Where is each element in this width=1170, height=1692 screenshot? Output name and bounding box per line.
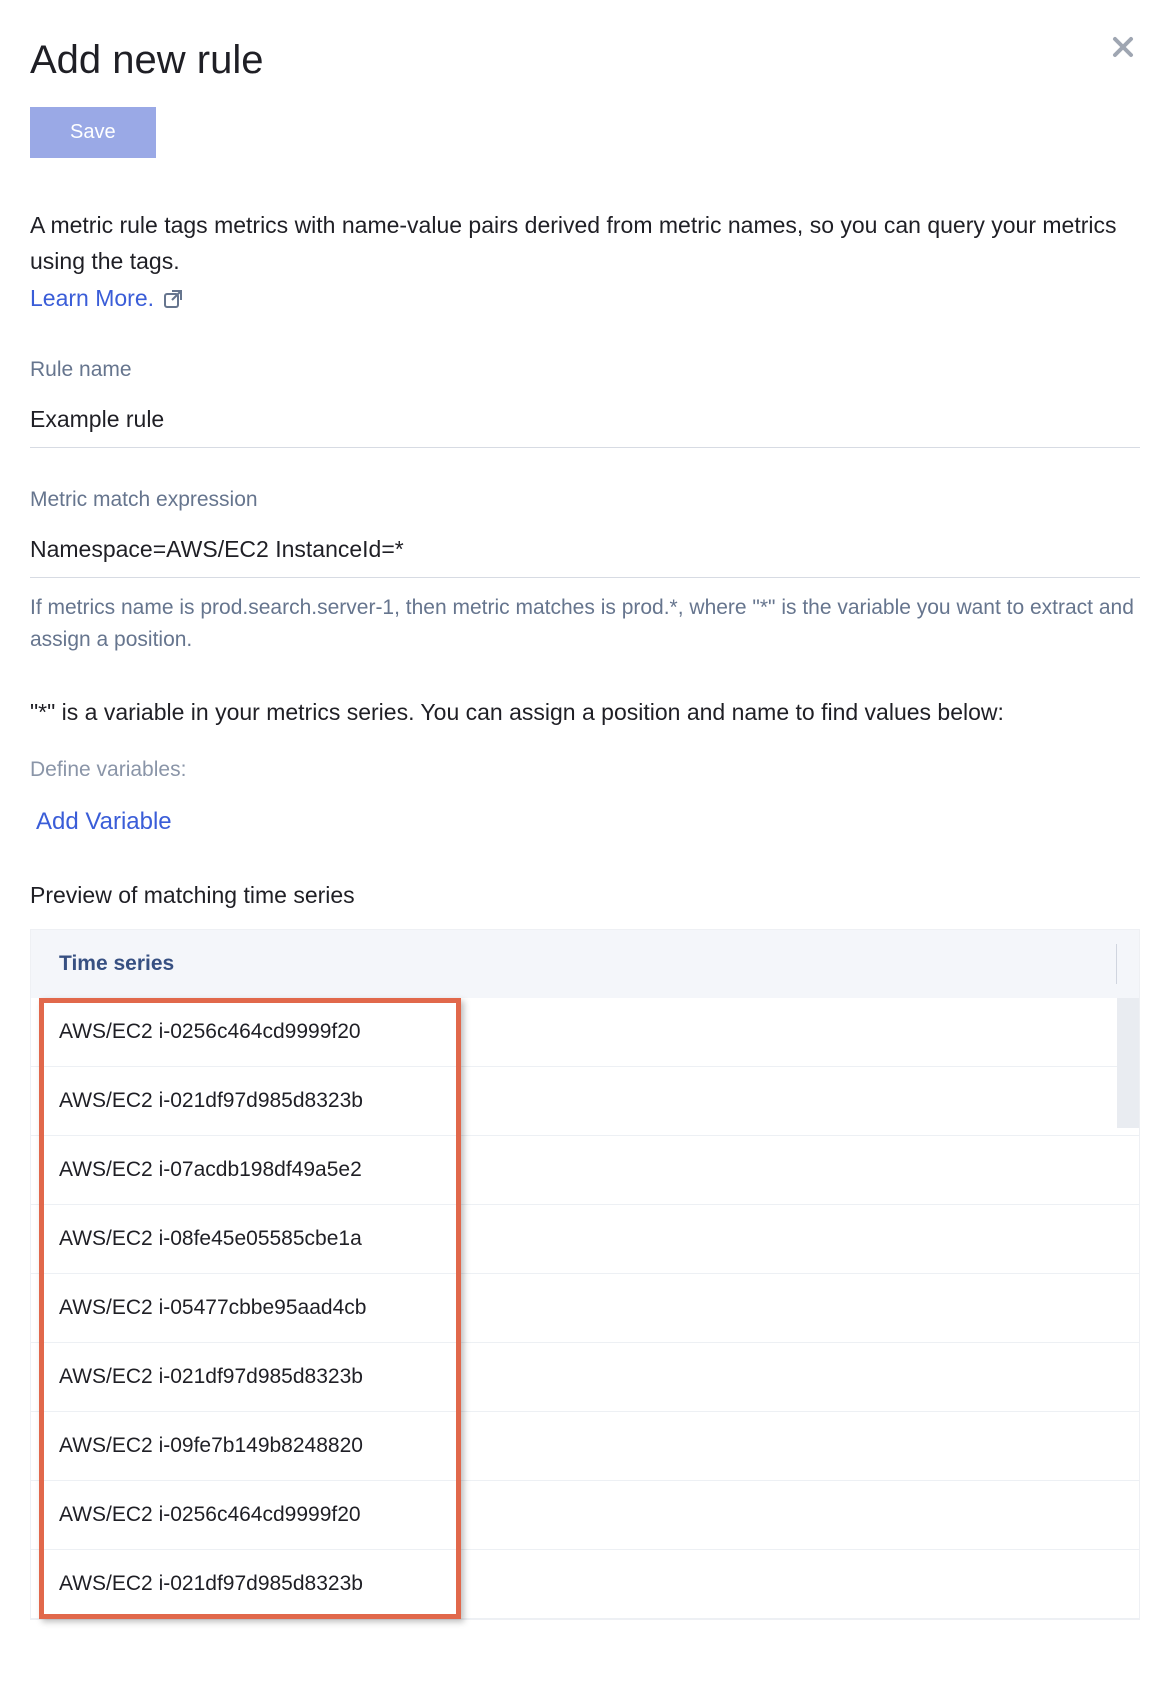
define-variables-label: Define variables: [30, 758, 1140, 782]
table-row[interactable]: AWS/EC2 i-021df97d985d8323b [31, 1550, 1139, 1619]
time-series-cell: AWS/EC2 i-0256c464cd9999f20 [59, 1020, 361, 1043]
table-row[interactable]: AWS/EC2 i-08fe45e05585cbe1a [31, 1205, 1139, 1274]
external-link-icon [164, 290, 182, 308]
table-row[interactable]: AWS/EC2 i-09fe7b149b8248820 [31, 1412, 1139, 1481]
match-expression-helper: If metrics name is prod.search.server-1,… [30, 592, 1140, 655]
time-series-cell: AWS/EC2 i-08fe45e05585cbe1a [59, 1227, 362, 1250]
learn-more-link[interactable]: Learn More. [30, 285, 154, 312]
time-series-cell: AWS/EC2 i-0256c464cd9999f20 [59, 1503, 361, 1526]
close-icon[interactable] [1106, 30, 1140, 68]
time-series-cell: AWS/EC2 i-021df97d985d8323b [59, 1089, 363, 1112]
preview-table: Time series AWS/EC2 i-0256c464cd9999f20A… [30, 929, 1140, 1620]
intro-description: A metric rule tags metrics with name-val… [30, 208, 1140, 279]
column-resizer[interactable] [1116, 944, 1117, 984]
table-row[interactable]: AWS/EC2 i-0256c464cd9999f20 [31, 998, 1139, 1067]
table-row[interactable]: AWS/EC2 i-021df97d985d8323b [31, 1067, 1139, 1136]
table-row[interactable]: AWS/EC2 i-05477cbbe95aad4cb [31, 1274, 1139, 1343]
table-row[interactable]: AWS/EC2 i-0256c464cd9999f20 [31, 1481, 1139, 1550]
table-body: AWS/EC2 i-0256c464cd9999f20 AWS/EC2 i-021… [31, 998, 1139, 1619]
variables-info-text: "*" is a variable in your metrics series… [30, 695, 1140, 730]
preview-heading: Preview of matching time series [30, 882, 1140, 909]
table-header-row: Time series [31, 930, 1139, 998]
save-button[interactable]: Save [30, 107, 156, 158]
table-row[interactable]: AWS/EC2 i-07acdb198df49a5e2 [31, 1136, 1139, 1205]
rule-name-input[interactable] [30, 396, 1140, 448]
page-title: Add new rule [30, 38, 263, 83]
time-series-cell: AWS/EC2 i-021df97d985d8323b [59, 1365, 363, 1388]
time-series-column-header[interactable]: Time series [59, 952, 174, 975]
match-expression-input[interactable] [30, 526, 1140, 578]
time-series-cell: AWS/EC2 i-05477cbbe95aad4cb [59, 1296, 366, 1319]
add-variable-button[interactable]: Add Variable [36, 808, 172, 836]
rule-name-label: Rule name [30, 358, 1140, 382]
table-row[interactable]: AWS/EC2 i-021df97d985d8323b [31, 1343, 1139, 1412]
scrollbar-thumb[interactable] [1117, 998, 1139, 1128]
time-series-cell: AWS/EC2 i-07acdb198df49a5e2 [59, 1158, 362, 1181]
match-expression-label: Metric match expression [30, 488, 1140, 512]
time-series-cell: AWS/EC2 i-021df97d985d8323b [59, 1572, 363, 1595]
time-series-cell: AWS/EC2 i-09fe7b149b8248820 [59, 1434, 363, 1457]
